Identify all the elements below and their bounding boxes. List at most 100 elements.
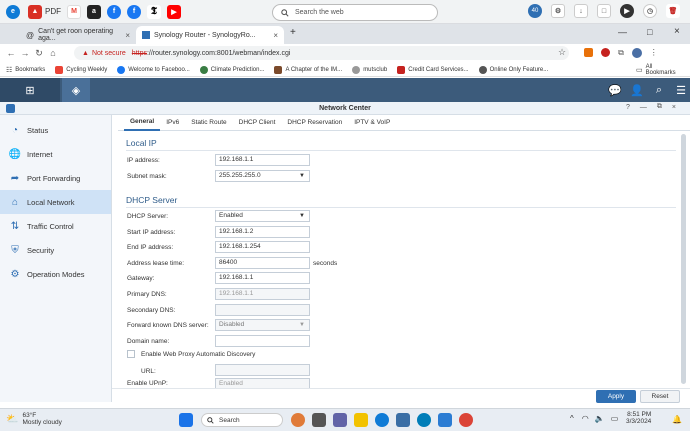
ext-red-icon[interactable] bbox=[601, 48, 611, 57]
file-explorer-icon[interactable] bbox=[354, 413, 368, 427]
new-tab-button[interactable]: + bbox=[290, 27, 296, 38]
primary-dns-input[interactable]: 192.168.1.1 bbox=[215, 288, 310, 300]
lease-time-input[interactable]: 86400 bbox=[215, 257, 310, 269]
tab-general[interactable]: General bbox=[124, 115, 161, 131]
dell-icon[interactable] bbox=[417, 413, 431, 427]
subnet-mask-select[interactable]: 255.255.255.0 ▼ bbox=[215, 170, 310, 182]
bookmarks-bar: ☷ Bookmarks Cycling Weekly Welcome to Fac… bbox=[0, 63, 690, 77]
wifi-icon[interactable]: ◠ bbox=[582, 414, 589, 423]
task-view-icon[interactable] bbox=[312, 413, 326, 427]
user-icon[interactable]: 👤 bbox=[626, 78, 648, 102]
amazon-icon[interactable]: a bbox=[87, 4, 101, 19]
forward-dns-select[interactable]: Disabled ▼ bbox=[215, 319, 310, 331]
close-icon[interactable]: × bbox=[125, 31, 130, 40]
bookmark-facebook[interactable]: Welcome to Faceboo... bbox=[117, 65, 190, 74]
ext-orange-icon[interactable] bbox=[584, 48, 594, 57]
notification-icon[interactable]: 💬 bbox=[604, 78, 626, 102]
bookmark-chapter[interactable]: A Chapter of the IM... bbox=[274, 65, 342, 74]
maximize-icon[interactable]: □ bbox=[647, 27, 652, 37]
scrollbar[interactable] bbox=[681, 134, 686, 384]
close-icon[interactable]: × bbox=[273, 31, 278, 40]
menu-icon[interactable]: ⋮ bbox=[650, 48, 658, 57]
search-icon[interactable]: ⌕ bbox=[648, 78, 670, 102]
extensions-icon[interactable]: ⧉ bbox=[618, 48, 624, 58]
pdf-icon[interactable]: ▲ bbox=[28, 4, 42, 19]
bookmark-credit-card[interactable]: Credit Card Services... bbox=[397, 65, 469, 74]
bookmark-bookmarks[interactable]: ☷ Bookmarks bbox=[6, 66, 45, 74]
battery-icon[interactable]: ▭ bbox=[611, 414, 619, 423]
bookmark-online-only[interactable]: Online Only Feature... bbox=[478, 65, 548, 74]
facebook-icon[interactable]: f bbox=[107, 4, 121, 19]
trash-icon[interactable]: 🗑 bbox=[666, 4, 680, 18]
reset-button[interactable]: Reset bbox=[640, 390, 680, 403]
sidebar-item-port-forwarding[interactable]: ➦ Port Forwarding bbox=[0, 166, 111, 190]
start-ip-input[interactable]: 192.168.1.2 bbox=[215, 226, 310, 238]
tab-dhcp-reservation[interactable]: DHCP Reservation bbox=[281, 115, 348, 131]
gateway-input[interactable]: 192.168.1.1 bbox=[215, 272, 310, 284]
taskbar-search[interactable]: Search bbox=[201, 413, 283, 427]
url-bar[interactable]: ▲ Not secure https ://router.synology.co… bbox=[74, 46, 569, 60]
domain-name-input[interactable] bbox=[215, 335, 310, 347]
reload-icon[interactable]: ↻ bbox=[32, 48, 46, 59]
weather-widget[interactable]: ⛅ 63°F Mostly cloudy bbox=[6, 412, 62, 426]
wpad-checkbox[interactable] bbox=[127, 350, 135, 358]
settings-icon[interactable]: ⚙ bbox=[551, 4, 565, 18]
sidebar-item-local-network[interactable]: ⌂ Local Network bbox=[0, 190, 111, 214]
tab-ipv6[interactable]: IPv6 bbox=[160, 115, 185, 131]
mail-icon[interactable] bbox=[438, 413, 452, 427]
profile-avatar[interactable] bbox=[631, 47, 642, 58]
sidebar-item-operation-modes[interactable]: ⚙ Operation Modes bbox=[0, 262, 111, 286]
copilot-icon[interactable] bbox=[291, 413, 305, 427]
gmail-icon[interactable]: M bbox=[67, 4, 81, 19]
end-ip-input[interactable]: 192.168.1.254 bbox=[215, 241, 310, 253]
sidebar-item-security[interactable]: ⛨ Security bbox=[0, 238, 111, 262]
close-window-icon[interactable]: × bbox=[674, 26, 680, 37]
edge-icon[interactable] bbox=[375, 413, 389, 427]
network-center-app-icon[interactable]: ◈ bbox=[62, 78, 90, 102]
widgets-icon[interactable]: ☰ bbox=[670, 78, 690, 102]
play-icon[interactable]: ▶ bbox=[620, 4, 634, 18]
edge-icon[interactable]: e bbox=[6, 4, 20, 19]
back-arrow-icon[interactable]: ← bbox=[4, 48, 18, 58]
sidebar-item-traffic-control[interactable]: ⇅ Traffic Control bbox=[0, 214, 111, 238]
badge-icon[interactable]: 40 bbox=[528, 4, 542, 18]
main-menu-icon[interactable]: ⊞ bbox=[0, 78, 60, 102]
apply-button[interactable]: Apply bbox=[596, 390, 636, 403]
chrome-icon[interactable] bbox=[459, 413, 473, 427]
url-input[interactable] bbox=[215, 364, 310, 376]
youtube-icon[interactable]: ▶ bbox=[167, 4, 181, 19]
bookmark-cycling-weekly[interactable]: Cycling Weekly bbox=[55, 65, 107, 74]
secondary-dns-input[interactable] bbox=[215, 304, 310, 316]
browser-tab-synology[interactable]: Synology Router - SynologyRo... × bbox=[136, 26, 284, 44]
nyt-icon[interactable]: 𝕿 bbox=[147, 4, 161, 19]
dhcp-server-select[interactable]: Enabled ▼ bbox=[215, 210, 310, 222]
chevron-up-icon[interactable]: ^ bbox=[570, 414, 574, 423]
upnp-select[interactable]: Enabled bbox=[215, 378, 310, 388]
windows-start-icon[interactable] bbox=[179, 413, 193, 427]
all-bookmarks[interactable]: ▭ All Bookmarks bbox=[636, 64, 680, 76]
tab-static-route[interactable]: Static Route bbox=[185, 115, 232, 131]
dhcp-server-label: DHCP Server: bbox=[127, 213, 169, 220]
ip-address-input[interactable]: 192.168.1.1 bbox=[215, 154, 310, 166]
sidebar-item-status[interactable]: ◔ Status bbox=[0, 118, 111, 142]
bookmark-climate[interactable]: Climate Prediction... bbox=[199, 65, 264, 74]
web-search-box[interactable]: Search the web bbox=[272, 4, 438, 21]
sidebar-item-internet[interactable]: 🌐 Internet bbox=[0, 142, 111, 166]
store-icon[interactable] bbox=[396, 413, 410, 427]
browser-tab-roon[interactable]: @ Can't get roon operating aga... × bbox=[20, 26, 136, 44]
tab-dhcp-client[interactable]: DHCP Client bbox=[233, 115, 282, 131]
bookmark-mutsclub[interactable]: mutsclub bbox=[352, 65, 387, 74]
tab-iptv-voip[interactable]: IPTV & VoIP bbox=[348, 115, 396, 131]
forward-arrow-icon[interactable]: → bbox=[18, 48, 32, 58]
facebook-icon[interactable]: f bbox=[127, 4, 141, 19]
star-icon[interactable]: ☆ bbox=[558, 47, 566, 58]
download-icon[interactable]: ↓ bbox=[574, 4, 588, 18]
home-icon[interactable]: ⌂ bbox=[46, 48, 60, 58]
window-icon[interactable]: □ bbox=[597, 4, 611, 18]
timer-icon[interactable]: ◷ bbox=[643, 4, 657, 18]
volume-icon[interactable]: 🔈 bbox=[595, 414, 605, 423]
minimize-icon[interactable]: — bbox=[618, 27, 627, 37]
notification-bell-icon[interactable]: 🔔 bbox=[672, 415, 682, 424]
teams-icon[interactable] bbox=[333, 413, 347, 427]
clock[interactable]: 8:51 PM 3/3/2024 bbox=[626, 411, 651, 425]
